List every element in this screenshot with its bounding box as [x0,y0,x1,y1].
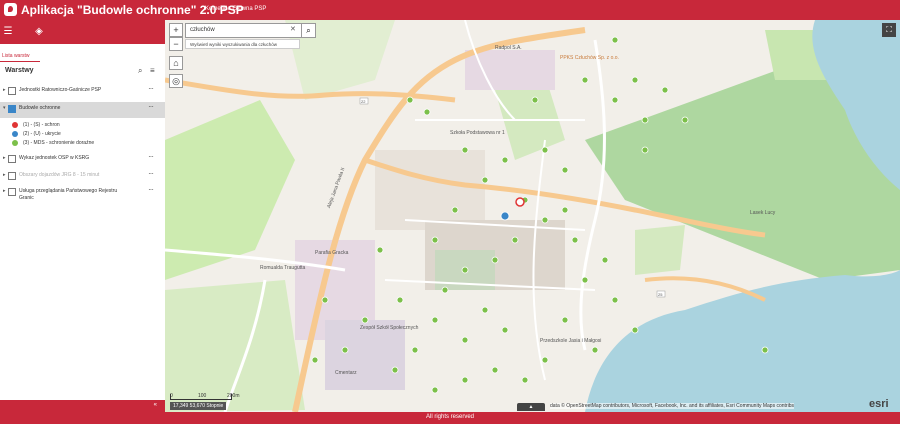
tab-layer-list[interactable]: Lista warstw [2,53,30,59]
collapse-icon[interactable]: ▾ [3,105,6,111]
home-icon[interactable]: ⌂ [169,56,183,70]
app-header: Aplikacja "Budowle ochronne" 2.0 PSP Kom… [0,0,900,20]
locate-icon[interactable]: ◎ [169,74,183,88]
more-options-icon[interactable]: ··· [148,152,154,161]
scale-label: 200m [227,393,240,399]
zoom-out-button[interactable]: − [169,37,183,51]
layer-checkbox[interactable] [8,172,16,180]
expand-icon[interactable]: ▸ [3,87,6,93]
collapse-sidebar-button[interactable]: « [0,400,165,412]
ukrycie-symbol-icon [12,131,18,137]
tab-underline [0,61,40,62]
scale-label: 0 [170,393,173,399]
scale-label: 100 [198,393,207,399]
map-label-szkola: Zespół Szkół Społecznych [360,325,419,331]
expand-icon[interactable]: ▸ [3,172,6,178]
layer-checkbox[interactable] [8,188,16,196]
search-icon: ⌕ [306,26,311,35]
schron-symbol-icon [12,122,18,128]
map-label-radpol: Radpol S.A. [495,45,522,51]
layer-row-jrg[interactable]: ▸ Jednostki Ratowniczo-Gaśnicze PSP ··· [0,84,165,98]
map-attribution: data © OpenStreetMap contributors, Micro… [550,403,794,409]
map-label-parish: Parafia Gracka [315,250,349,256]
legend-item-ukrycie: (2) - (U) - ukrycie [12,131,162,139]
layer-checkbox[interactable] [8,105,16,113]
layer-row-dojazdy[interactable]: ▸ Obszary dojazdów JRG 8 - 15 minut ··· [0,169,165,183]
map-label-cemetery: Cmentarz [335,370,357,376]
clear-icon[interactable]: ✕ [290,25,296,33]
road-number-label: 25 [658,292,663,297]
app-subtitle: Komenda Główna PSP [205,6,267,12]
search-button[interactable]: ⌕ [301,23,316,38]
search-suggestion[interactable]: Wyświetl wyniki wyszukiwania dla człuchó… [185,39,300,49]
layer-row-budowle[interactable]: ▾ Budowle ochronne ··· [0,102,165,118]
coordinate-readout: 17,349 53,670 Stopnie [170,402,227,410]
footer-text: All rights reserved [425,414,475,420]
road-number-label: 22 [361,99,366,104]
sidebar-toolbar: ☰ ◈ [0,20,165,44]
app-logo-icon [4,3,17,16]
mds-symbol-icon [12,140,18,146]
layer-row-osp[interactable]: ▸ Wykaz jednostek OSP w KSRG ··· [0,152,165,166]
expand-icon[interactable]: ▸ [3,188,6,194]
map-label-school: Szkoła Podstawowa nr 1 [450,130,505,136]
footer: All rights reserved [0,412,900,424]
search-input[interactable]: człuchów ✕ [185,23,302,38]
sidebar-panel: ☰ ◈ Lista warstw Warstwy ⌕ ≡ ▸ Jednostki… [0,20,166,400]
layer-label-line2: Granic [19,195,34,201]
more-options-icon[interactable]: ··· [148,169,154,178]
layers-heading: Warstwy [5,67,34,74]
layer-label: Budowle ochronne [19,105,61,111]
expand-icon[interactable]: ▸ [3,155,6,161]
map-label-road2: Romualda Traugutta [260,265,306,271]
filter-icon[interactable]: ≡ [150,66,155,75]
expand-attribution-button[interactable]: ▲ [517,403,545,411]
zoom-in-button[interactable]: + [169,23,183,37]
layer-checkbox[interactable] [8,155,16,163]
double-chevron-left-icon[interactable]: « [154,402,157,408]
layer-label: Wykaz jednostek OSP w KSRG [19,155,90,161]
basemap [165,20,900,412]
search-icon[interactable]: ⌕ [138,66,142,76]
map-view[interactable]: 22 25 Lasek Lucy Radpol S.A. PPKS Człuch… [165,20,900,412]
layer-checkbox[interactable] [8,87,16,95]
more-options-icon[interactable]: ··· [148,102,154,111]
more-options-icon[interactable]: ··· [148,84,154,93]
legend-item-mds: (3) - MDS - schronienie doraźne [12,140,162,148]
layers-stack-icon[interactable]: ◈ [33,26,45,38]
map-label-przedszkole: Przedszkole Jasia i Małgosi [540,338,602,344]
legend-item-schron: (1) - (S) - schron [12,122,162,130]
map-label-lasek-lucy: Lasek Lucy [750,210,776,216]
esri-logo: esri [869,398,889,410]
layer-label: Jednostki Ratowniczo-Gaśnicze PSP [19,87,102,93]
fullscreen-icon[interactable]: ⛶ [882,23,896,37]
more-options-icon[interactable]: ··· [148,185,154,194]
layer-row-prg[interactable]: ▸ Usługa przeglądania Państwowego Rejest… [0,185,165,205]
layer-list-icon[interactable]: ☰ [2,26,14,38]
map-label-ppks: PPKS Człuchów Sp. z o.o. [560,55,619,61]
layer-label: Usługa przeglądania Państwowego Rejestru [19,188,118,194]
layer-label: Obszary dojazdów JRG 8 - 15 minut [19,172,100,178]
